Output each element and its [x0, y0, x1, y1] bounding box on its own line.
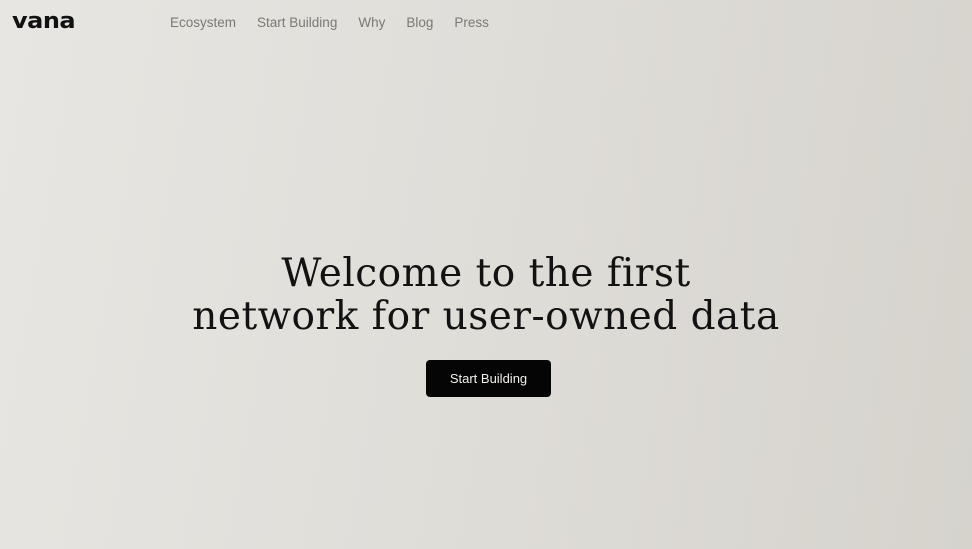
start-building-button[interactable]: Start Building	[426, 360, 551, 397]
site-header: vana Ecosystem Start Building Why Blog P…	[0, 0, 972, 46]
hero-title-line-2: network for user-owned data	[192, 294, 780, 339]
nav-link-ecosystem[interactable]: Ecosystem	[170, 14, 236, 32]
nav-link-blog[interactable]: Blog	[406, 14, 433, 32]
nav-link-press[interactable]: Press	[454, 14, 489, 32]
nav-link-why[interactable]: Why	[358, 14, 385, 32]
main-nav: Ecosystem Start Building Why Blog Press	[170, 14, 489, 32]
nav-link-start-building[interactable]: Start Building	[257, 14, 337, 32]
hero-title-line-1: Welcome to the first	[281, 251, 691, 296]
hero-title: Welcome to the first network for user-ow…	[0, 252, 972, 338]
vana-logo[interactable]: vana	[12, 8, 76, 34]
hero-section: Welcome to the first network for user-ow…	[0, 252, 972, 338]
